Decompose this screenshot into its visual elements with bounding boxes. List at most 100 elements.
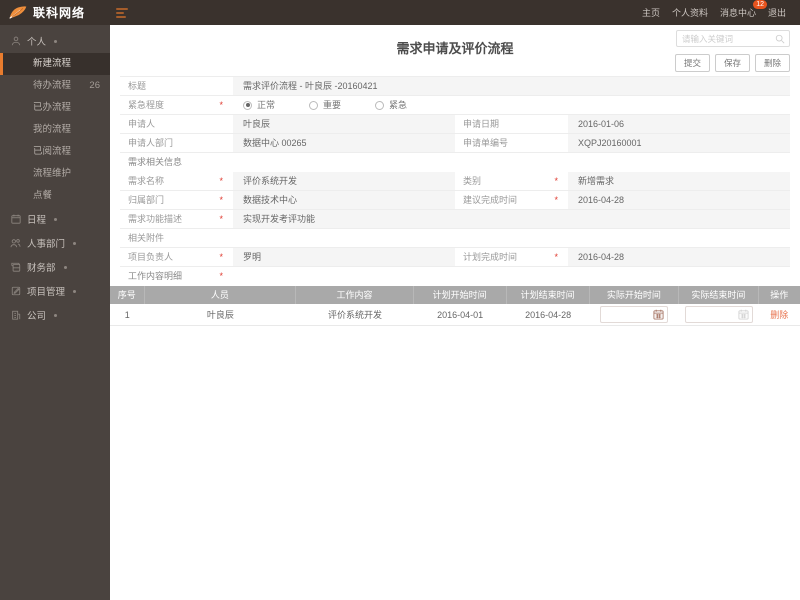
demand-desc-field-label: 需求功能描述 * bbox=[120, 210, 233, 228]
sidebar-group-project[interactable]: 项目管理 bbox=[0, 279, 110, 303]
nav-home[interactable]: 主页 bbox=[642, 6, 660, 19]
project-icon bbox=[10, 286, 21, 296]
applicant-dept-field-value: 数据中心 00265 bbox=[233, 134, 455, 152]
sidebar-group-label: 个人 bbox=[27, 37, 47, 48]
actual-end-input[interactable] bbox=[685, 309, 738, 320]
nav-logout[interactable]: 退出 bbox=[768, 6, 786, 19]
sidebar-item-order-meal[interactable]: 点餐 bbox=[0, 185, 110, 207]
menu-toggle-icon[interactable] bbox=[116, 7, 128, 18]
sidebar-group-label: 公司 bbox=[27, 311, 47, 322]
message-count-badge: 12 bbox=[753, 0, 767, 9]
radio-unselected-icon bbox=[375, 100, 385, 110]
cell-plan-end: 2016-04-28 bbox=[525, 309, 572, 320]
urgency-radio-group: 正常 重要 紧急 bbox=[233, 96, 790, 114]
cell-person: 叶良辰 bbox=[206, 310, 234, 320]
applicant-dept-field-label: 申请人部门 bbox=[120, 134, 233, 152]
cell-actual-start bbox=[590, 306, 680, 323]
radio-urgent[interactable]: 紧急 bbox=[375, 96, 407, 114]
search-input[interactable] bbox=[677, 33, 775, 44]
sidebar-group-hr[interactable]: 人事部门 bbox=[0, 231, 110, 255]
expand-indicator-icon bbox=[54, 217, 58, 221]
sidebar-group-label: 日程 bbox=[27, 215, 47, 226]
suggest-finish-field-value[interactable]: 2016-04-28 bbox=[568, 191, 790, 209]
calendar-icon[interactable] bbox=[653, 309, 667, 320]
page-header: 需求申请及评价流程 提交 保存 删除 bbox=[110, 25, 800, 76]
sidebar-group-label: 财务部 bbox=[27, 263, 56, 274]
radio-selected-icon bbox=[243, 100, 252, 110]
actual-start-date-field bbox=[600, 306, 669, 323]
category-field-value[interactable]: 新增需求 bbox=[568, 172, 790, 190]
nav-profile[interactable]: 个人资料 bbox=[672, 6, 708, 19]
sidebar-item-new-process[interactable]: 新建流程 bbox=[0, 53, 110, 75]
title-field-value[interactable]: 需求评价流程 - 叶良辰 -20160421 bbox=[233, 77, 790, 95]
demand-desc-field-value[interactable]: 实现开发考评功能 bbox=[233, 210, 790, 228]
expand-indicator-icon bbox=[73, 289, 77, 293]
finance-icon bbox=[10, 262, 21, 272]
plan-finish-field-value[interactable]: 2016-04-28 bbox=[568, 248, 790, 266]
calendar-icon bbox=[10, 214, 21, 224]
sidebar-group-personal[interactable]: 个人 bbox=[0, 29, 110, 53]
required-asterisk: * bbox=[554, 252, 558, 262]
save-button[interactable]: 保存 bbox=[714, 54, 750, 72]
expand-indicator-icon bbox=[73, 241, 77, 245]
apply-no-field-value: XQPJ20160001 bbox=[568, 134, 790, 152]
nav-messages[interactable]: 消息中心 12 bbox=[719, 0, 767, 19]
project-owner-field-value[interactable]: 罗明 bbox=[233, 248, 455, 266]
action-buttons: 提交 保存 删除 bbox=[674, 54, 790, 72]
delete-row-link[interactable]: 删除 bbox=[770, 310, 788, 320]
todo-count-badge: 26 bbox=[89, 80, 100, 91]
cell-actual-end bbox=[679, 306, 758, 323]
expand-indicator-icon bbox=[54, 313, 58, 317]
category-field-label: 类别 * bbox=[455, 172, 568, 190]
applicant-field-label: 申请人 bbox=[120, 115, 233, 133]
main-content: 需求申请及评价流程 提交 保存 删除 标题 需求评价流程 - 叶良辰 -2016… bbox=[110, 25, 800, 600]
radio-important[interactable]: 重要 bbox=[309, 96, 341, 114]
sidebar-group-label: 人事部门 bbox=[27, 239, 66, 250]
sidebar-group-label: 项目管理 bbox=[27, 287, 66, 298]
sidebar-item-todo-process[interactable]: 待办流程 26 bbox=[0, 75, 110, 97]
expand-indicator-icon bbox=[63, 265, 67, 269]
sidebar-item-my-process[interactable]: 我的流程 bbox=[0, 119, 110, 141]
owner-dept-field-label: 归属部门 * bbox=[120, 191, 233, 209]
sidebar-group-schedule[interactable]: 日程 bbox=[0, 207, 110, 231]
actual-end-date-field bbox=[684, 306, 753, 323]
request-form: 标题 需求评价流程 - 叶良辰 -20160421 紧急程度 * 正常 重要 紧急… bbox=[120, 76, 790, 286]
sidebar-group-finance[interactable]: 财务部 bbox=[0, 255, 110, 279]
title-field-label: 标题 bbox=[120, 77, 233, 95]
sidebar-item-read-process[interactable]: 已阅流程 bbox=[0, 141, 110, 163]
logo-icon bbox=[8, 5, 28, 20]
delete-button[interactable]: 删除 bbox=[754, 54, 790, 72]
project-owner-field-label: 项目负责人 * bbox=[120, 248, 233, 266]
apply-no-field-label: 申请单编号 bbox=[455, 134, 568, 152]
sidebar-item-process-maintain[interactable]: 流程维护 bbox=[0, 163, 110, 185]
urgency-field-label: 紧急程度 * bbox=[120, 96, 233, 114]
top-nav: 主页 个人资料 消息中心 12 退出 bbox=[642, 0, 800, 19]
required-asterisk: * bbox=[554, 195, 558, 205]
actual-start-input[interactable] bbox=[601, 309, 654, 320]
required-asterisk: * bbox=[219, 271, 223, 281]
radio-normal[interactable]: 正常 bbox=[243, 96, 275, 114]
required-asterisk: * bbox=[219, 214, 223, 224]
brand-name: 联科网络 bbox=[33, 6, 86, 20]
search-icon[interactable] bbox=[775, 34, 789, 44]
work-detail-table: 序号 人员 工作内容 计划开始时间 计划结束时间 实际开始时间 实际结束时间 操… bbox=[110, 286, 800, 326]
attachment-field-label: 相关附件 bbox=[120, 229, 233, 247]
nav-messages-label: 消息中心 bbox=[719, 8, 756, 18]
brand: 联科网络 bbox=[0, 4, 110, 21]
owner-dept-field-value[interactable]: 数据技术中心 bbox=[233, 191, 455, 209]
apply-date-field-label: 申请日期 bbox=[455, 115, 568, 133]
expand-indicator-icon bbox=[54, 39, 58, 43]
required-asterisk: * bbox=[219, 195, 223, 205]
required-asterisk: * bbox=[554, 176, 558, 186]
demand-name-field-value[interactable]: 评价系统开发 bbox=[233, 172, 455, 190]
suggest-finish-field-label: 建议完成时间 * bbox=[455, 191, 568, 209]
sidebar-group-company[interactable]: 公司 bbox=[0, 303, 110, 327]
attachment-field-value[interactable] bbox=[233, 229, 790, 247]
work-table-row: 1 叶良辰 评价系统开发 2016-04-01 2016-04-28 删除 bbox=[110, 304, 800, 326]
submit-button[interactable]: 提交 bbox=[674, 54, 710, 72]
sidebar-item-done-process[interactable]: 已办流程 bbox=[0, 97, 110, 119]
calendar-icon[interactable] bbox=[738, 309, 752, 320]
search-box bbox=[676, 30, 790, 47]
cell-action: 删除 bbox=[759, 308, 800, 321]
work-table-header: 序号 人员 工作内容 计划开始时间 计划结束时间 实际开始时间 实际结束时间 操… bbox=[110, 286, 800, 304]
